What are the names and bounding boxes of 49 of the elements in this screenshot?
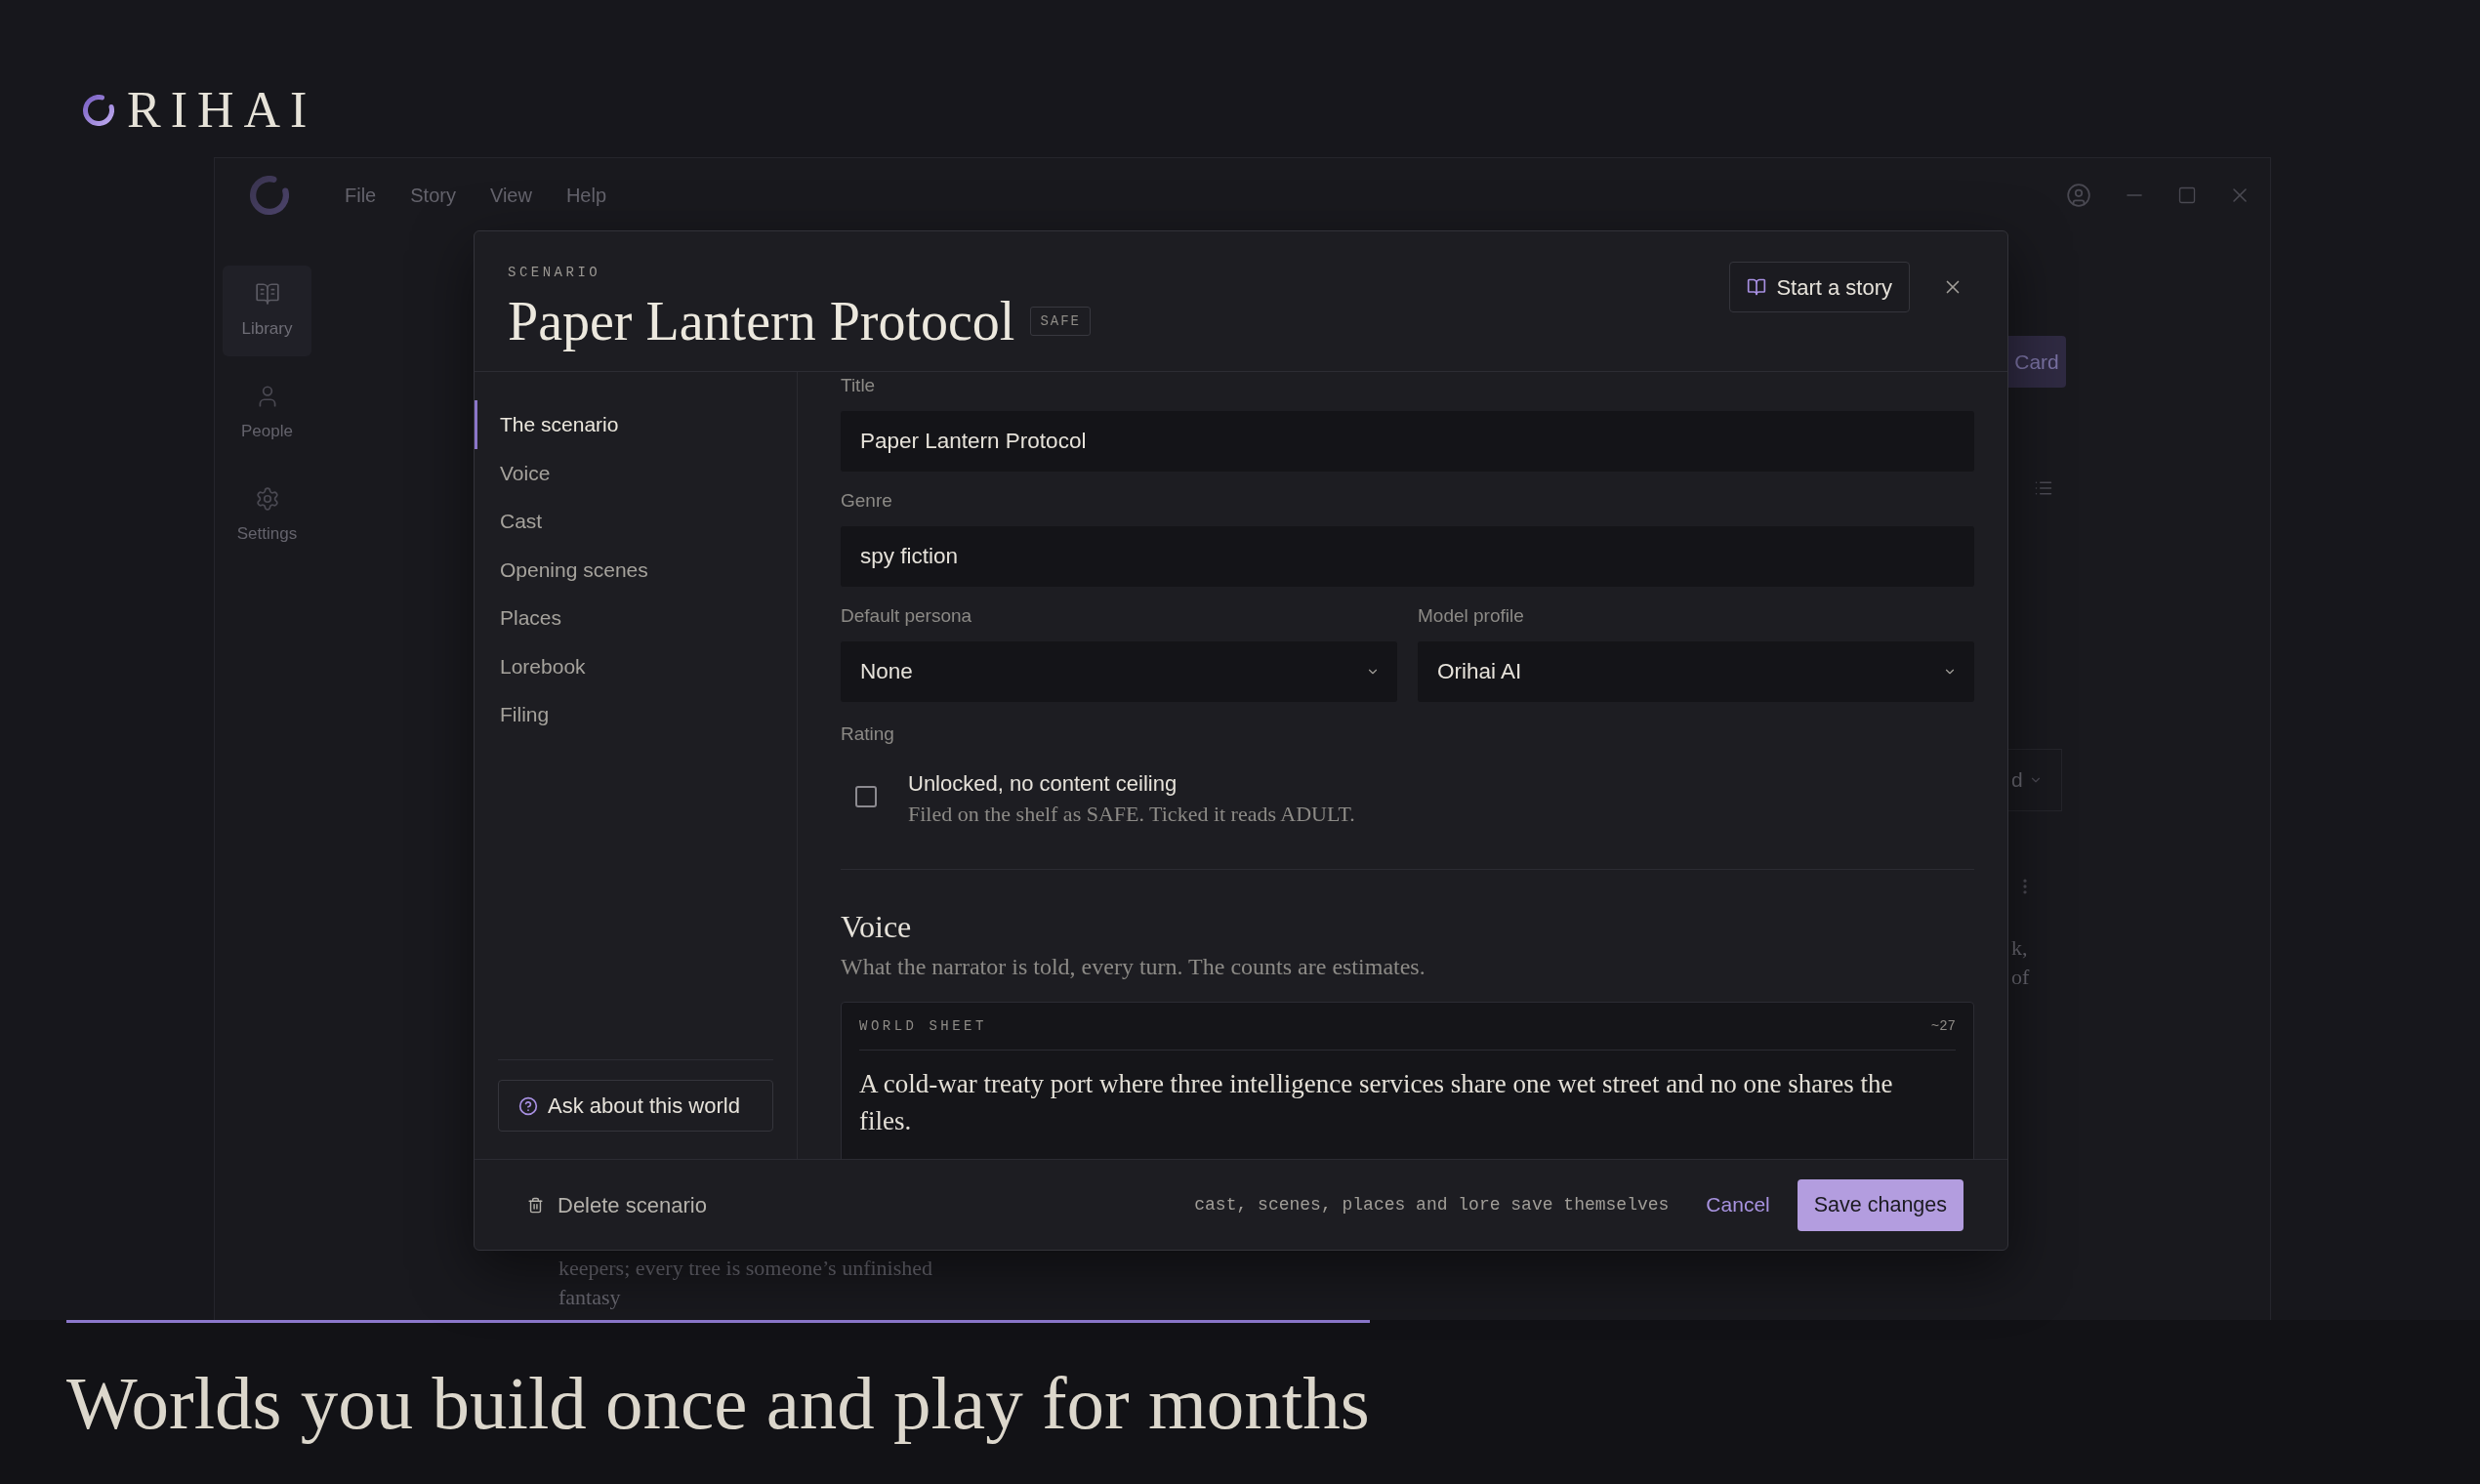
brand-name: RIHAI	[127, 91, 317, 130]
book-icon	[1747, 277, 1767, 297]
checkbox-hint: Filed on the shelf as SAFE. Ticked it reads ADULT.	[908, 801, 1355, 828]
user-circle-icon[interactable]	[2066, 182, 2091, 208]
nav-item[interactable]: Lorebook	[475, 641, 797, 690]
start-story-button[interactable]: Start a story	[1729, 262, 1910, 312]
book-icon	[254, 280, 280, 307]
list-icon[interactable]	[2034, 478, 2053, 498]
nav-item[interactable]: Cast	[475, 497, 797, 546]
token-count: ~27	[1930, 1016, 1956, 1036]
crescent-logo-icon	[250, 175, 289, 215]
field-label: Title	[841, 374, 876, 397]
field-label: Rating	[841, 722, 894, 746]
checkbox-label: Unlocked, no content ceiling	[908, 771, 1178, 797]
sheet-label: WORLD SHEET	[859, 1016, 987, 1036]
cancel-button[interactable]: Cancel	[1706, 1189, 1770, 1220]
checkbox[interactable]	[855, 786, 877, 807]
eyebrow-label: SCENARIO	[508, 265, 601, 280]
maximize-icon[interactable]	[2177, 185, 2197, 205]
background-text: keepers; every tree is someone’s unfinished	[558, 1255, 933, 1282]
trash-icon	[527, 1196, 544, 1214]
background-text: fantasy	[558, 1284, 621, 1311]
settings-icon	[254, 485, 280, 512]
field-label: Model profile	[1418, 604, 1524, 628]
tagline-heading: Worlds you build once and play for months	[66, 1362, 1370, 1444]
field-label: Genre	[841, 489, 892, 513]
text-input[interactable]: spy fiction	[841, 526, 1974, 587]
nav-item[interactable]: Filing	[475, 690, 797, 739]
save-button[interactable]: Save changes	[1797, 1178, 1963, 1231]
autosave-note: cast, scenes, places and lore save themselves	[1194, 1193, 1670, 1216]
background-text: k,	[2011, 934, 2028, 962]
sheet-text-field[interactable]: A cold-war treaty port where three intelligence services share one wet street and no one shares the files.	[859, 1051, 1923, 1159]
nav-item[interactable]: The scenario	[475, 400, 797, 449]
rating-badge: SAFE	[1030, 307, 1091, 336]
help-icon	[518, 1095, 538, 1116]
section-heading: Voice	[841, 909, 912, 944]
select-field[interactable]: Orihai AI	[1418, 641, 1974, 702]
dialog-title: Paper Lantern Protocol	[508, 292, 1015, 350]
nav-item[interactable]: Voice	[475, 448, 797, 497]
nav-item[interactable]: Places	[475, 594, 797, 642]
section-description: What the narrator is told, every turn. The counts are estimates.	[841, 953, 1426, 980]
ask-button[interactable]: Ask about this world	[498, 1080, 773, 1132]
background-text: of	[2011, 964, 2030, 991]
crescent-logo-icon	[83, 95, 114, 126]
nav-item[interactable]: Opening scenes	[475, 545, 797, 594]
delete-button[interactable]: Delete scenario	[527, 1188, 707, 1221]
select-field[interactable]: None	[841, 641, 1397, 702]
text-input[interactable]: Paper Lantern Protocol	[841, 411, 1974, 472]
field-label: Default persona	[841, 604, 972, 628]
